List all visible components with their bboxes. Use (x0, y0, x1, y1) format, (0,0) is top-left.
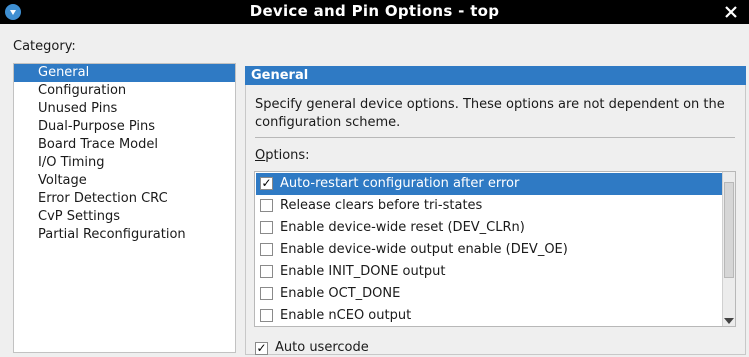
option-checkbox[interactable] (260, 199, 273, 212)
category-item-configuration[interactable]: Configuration (14, 82, 235, 100)
option-checkbox[interactable] (260, 243, 273, 256)
category-list[interactable]: General Configuration Unused Pins Dual-P… (13, 63, 236, 353)
option-checkbox[interactable] (260, 287, 273, 300)
option-label: Enable device-wide reset (DEV_CLRn) (280, 220, 525, 235)
separator (255, 137, 735, 138)
options-scrollbar[interactable] (722, 172, 735, 326)
option-dev-oe[interactable]: Enable device-wide output enable (DEV_OE… (256, 239, 722, 261)
scroll-down-icon[interactable] (724, 318, 734, 324)
category-item-partial-reconfiguration[interactable]: Partial Reconfiguration (14, 226, 235, 244)
close-icon (725, 6, 737, 18)
option-init-done[interactable]: Enable INIT_DONE output (256, 261, 722, 283)
option-label: Enable nCEO output (280, 308, 412, 323)
window-title: Device and Pin Options - top (249, 2, 500, 20)
option-label: Release clears before tri-states (280, 198, 483, 213)
category-item-board-trace-model[interactable]: Board Trace Model (14, 136, 235, 154)
auto-usercode-label: Auto usercode (275, 340, 369, 355)
page-header: General (245, 66, 746, 85)
options-label-rest: ptions: (265, 148, 310, 163)
close-button[interactable] (721, 2, 741, 22)
options-list[interactable]: ✓ Auto-restart configuration after error… (254, 171, 736, 327)
category-label: Category: (13, 39, 76, 54)
category-item-dual-purpose-pins[interactable]: Dual-Purpose Pins (14, 118, 235, 136)
scrollbar-thumb[interactable] (724, 182, 734, 278)
option-checkbox[interactable]: ✓ (260, 177, 273, 190)
category-item-unused-pins[interactable]: Unused Pins (14, 100, 235, 118)
options-label: Options: (255, 148, 310, 163)
category-item-voltage[interactable]: Voltage (14, 172, 235, 190)
option-checkbox[interactable] (260, 221, 273, 234)
option-label: Enable INIT_DONE output (280, 264, 446, 279)
option-auto-restart[interactable]: ✓ Auto-restart configuration after error (256, 173, 722, 195)
category-item-cvp-settings[interactable]: CvP Settings (14, 208, 235, 226)
option-label: Enable OCT_DONE (280, 286, 401, 301)
category-item-io-timing[interactable]: I/O Timing (14, 154, 235, 172)
option-dev-clrn[interactable]: Enable device-wide reset (DEV_CLRn) (256, 217, 722, 239)
option-checkbox[interactable] (260, 265, 273, 278)
title-bar[interactable]: Device and Pin Options - top (0, 0, 749, 24)
option-label: Enable device-wide output enable (DEV_OE… (280, 242, 568, 257)
auto-usercode-checkbox[interactable]: ✓ (255, 342, 268, 355)
category-item-general[interactable]: General (14, 64, 235, 82)
option-oct-done[interactable]: Enable OCT_DONE (256, 283, 722, 305)
option-nceo[interactable]: Enable nCEO output (256, 305, 722, 326)
option-release-clears[interactable]: Release clears before tri-states (256, 195, 722, 217)
option-checkbox[interactable] (260, 309, 273, 322)
category-item-error-detection-crc[interactable]: Error Detection CRC (14, 190, 235, 208)
option-label: Auto-restart configuration after error (280, 176, 520, 191)
page-description: Specify general device options. These op… (255, 97, 725, 130)
